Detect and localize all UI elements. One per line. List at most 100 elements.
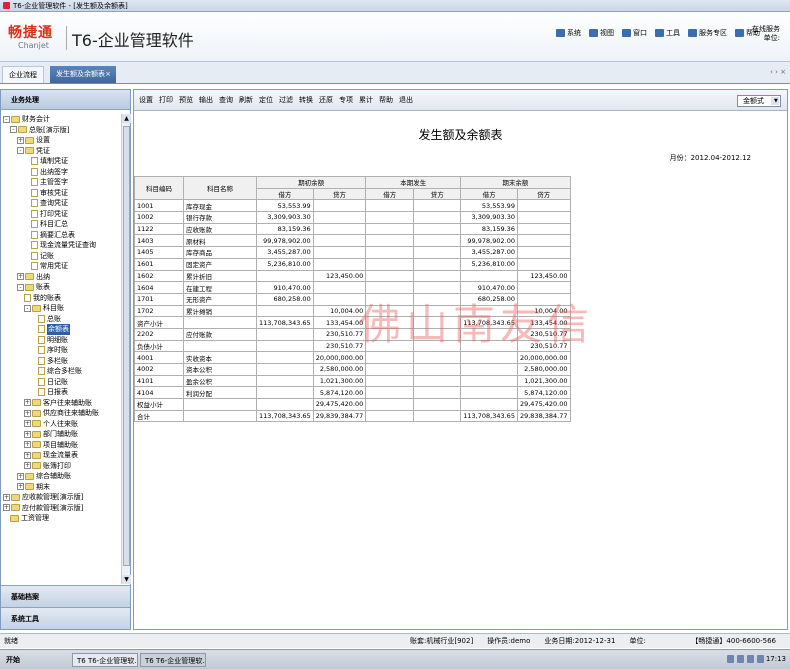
table-row[interactable]: 4101 盈余公积 1,021,300.00 1,021,300.00	[134, 374, 571, 388]
menu-tools[interactable]: 工具	[655, 28, 680, 38]
tree-item[interactable]: + 客户往来辅助账	[1, 398, 122, 409]
table-row[interactable]: 1601 固定资产 5,236,810.00 5,236,810.00	[134, 257, 571, 271]
menu-service[interactable]: 服务专区	[688, 28, 727, 38]
tree-item[interactable]: + 现金流量表	[1, 450, 122, 461]
table-row[interactable]: 1122 应收账款 83,159.36 83,159.36	[134, 222, 571, 236]
toolbar-filter[interactable]: 过滤	[276, 95, 296, 105]
expand-icon[interactable]: +	[17, 483, 24, 491]
tree-item[interactable]: 科目汇总	[1, 219, 122, 230]
start-button[interactable]: 开始	[2, 653, 24, 667]
scroll-thumb[interactable]	[123, 126, 130, 566]
expand-icon[interactable]: +	[24, 451, 31, 459]
tree-item[interactable]: 工资管理	[1, 513, 122, 524]
tray-icon[interactable]	[727, 655, 734, 663]
table-row[interactable]: 1701 无形资产 680,258.00 680,258.00	[134, 292, 571, 306]
sidebar-system-tools[interactable]: 系统工具	[1, 607, 130, 629]
tree-item[interactable]: 出纳签字	[1, 167, 122, 178]
menu-window[interactable]: 窗口	[622, 28, 647, 38]
collapse-icon[interactable]: -	[17, 147, 24, 155]
table-row[interactable]: 负债小计 230,510.77 230,510.77	[134, 339, 571, 353]
tree-item[interactable]: + 设置	[1, 135, 122, 146]
toolbar-help[interactable]: 帮助	[376, 95, 396, 105]
tree-item[interactable]: + 个人往来账	[1, 419, 122, 430]
collapse-icon[interactable]: -	[3, 115, 10, 123]
tray-icon[interactable]	[757, 655, 764, 663]
expand-icon[interactable]: +	[24, 462, 31, 470]
tree-item[interactable]: + 应收款管理[演示版]	[1, 492, 122, 503]
tree-item[interactable]: - 凭证	[1, 146, 122, 157]
expand-icon[interactable]: +	[3, 504, 10, 512]
taskbar-item-t6-1[interactable]: T6 T6-企业管理软...	[72, 653, 138, 667]
menu-view[interactable]: 视图	[589, 28, 614, 38]
tree-item[interactable]: + 应付款管理[演示版]	[1, 503, 122, 514]
scroll-down-icon[interactable]: ▼	[122, 575, 131, 584]
table-row[interactable]: 资产小计 113,708,343.65 133,454.00 113,708,343.…	[134, 316, 571, 329]
expand-icon[interactable]: +	[24, 420, 31, 428]
tree-item[interactable]: 查询凭证	[1, 198, 122, 209]
format-select[interactable]: 金额式 ▼	[737, 95, 781, 107]
tray-icon[interactable]	[747, 655, 754, 663]
tree-item[interactable]: + 账簿打印	[1, 461, 122, 472]
expand-icon[interactable]: +	[24, 409, 31, 417]
tree-item[interactable]: 摘要汇总表	[1, 230, 122, 241]
tab-balance-report[interactable]: 发生额及余额表 ×	[50, 66, 116, 83]
tree-item[interactable]: 我的账表	[1, 293, 122, 304]
tree-item[interactable]: 记账	[1, 251, 122, 262]
table-row[interactable]: 1002 银行存款 3,309,903.30 3,309,903.30	[134, 211, 571, 224]
tree-item[interactable]: 主管签字	[1, 177, 122, 188]
collapse-icon[interactable]: -	[17, 283, 24, 291]
table-row[interactable]: 1403 原材料 99,978,902.00 99,978,902.00	[134, 234, 571, 248]
tree-item[interactable]: - 财务会计	[1, 114, 122, 125]
tab-enterprise-flow[interactable]: 企业流程	[2, 66, 44, 83]
tree-item[interactable]: 审核凭证	[1, 188, 122, 199]
expand-icon[interactable]: +	[17, 472, 24, 480]
tree-item[interactable]: + 出纳	[1, 272, 122, 283]
toolbar-query[interactable]: 查询	[216, 95, 236, 105]
tree-item[interactable]: - 总账[演示版]	[1, 125, 122, 136]
tree-item[interactable]: 日记账	[1, 377, 122, 388]
collapse-icon[interactable]: -	[10, 126, 17, 134]
tree-item[interactable]: 常用凭证	[1, 261, 122, 272]
toolbar-settings[interactable]: 设置	[136, 95, 156, 105]
toolbar-restore[interactable]: 还原	[316, 95, 336, 105]
toolbar-cumulative[interactable]: 累计	[356, 95, 376, 105]
expand-icon[interactable]: +	[24, 441, 31, 449]
table-row[interactable]: 1602 累计折旧 123,450.00 123,450.00	[134, 269, 571, 283]
expand-icon[interactable]: +	[17, 136, 24, 144]
menu-system[interactable]: 系统	[556, 28, 581, 38]
toolbar-convert[interactable]: 转换	[296, 95, 316, 105]
close-icon[interactable]: ×	[105, 66, 111, 83]
taskbar-item-t6-2[interactable]: T6 T6-企业管理软...	[140, 653, 206, 667]
tree-item[interactable]: 序时账	[1, 345, 122, 356]
tree-item[interactable]: + 综合辅助账	[1, 471, 122, 482]
tree-item[interactable]: 综合多栏账	[1, 366, 122, 377]
toolbar-refresh[interactable]: 刷新	[236, 95, 256, 105]
expand-icon[interactable]: +	[17, 273, 24, 281]
tree-item[interactable]: - 科目账	[1, 303, 122, 314]
tree-item[interactable]: 明细账	[1, 335, 122, 346]
collapse-icon[interactable]: -	[24, 304, 31, 312]
tree-item[interactable]: 现金流量凭证查询	[1, 240, 122, 251]
sidebar-basic-archive[interactable]: 基础档案	[1, 585, 130, 607]
table-row[interactable]: 4104 利润分配 5,874,120.00 5,874,120.00	[134, 386, 571, 400]
tab-scroll-arrows[interactable]: ‹ › ×	[770, 68, 786, 76]
tree-item[interactable]: 多栏账	[1, 356, 122, 367]
tree-item[interactable]: 填制凭证	[1, 156, 122, 167]
table-row[interactable]: 1702 累计摊销 10,004.00 10,004.00	[134, 304, 571, 318]
tree-scrollbar[interactable]: ▲ ▼	[121, 114, 131, 584]
table-row[interactable]: 1604 在建工程 910,470.00 910,470.00	[134, 281, 571, 294]
table-row[interactable]: 1001 库存现金 53,553.99 53,553.99	[134, 199, 571, 213]
table-row[interactable]: 4001 实收资本 20,000,000.00 20,000,000.00	[134, 351, 571, 364]
tree-item[interactable]: 日报表	[1, 387, 122, 398]
tree-item[interactable]: + 部门辅助账	[1, 429, 122, 440]
tree-item[interactable]: - 账表	[1, 282, 122, 293]
toolbar-special[interactable]: 专项	[336, 95, 356, 105]
tree-item[interactable]: 余额表	[1, 324, 122, 335]
scroll-up-icon[interactable]: ▲	[122, 114, 131, 123]
table-row[interactable]: 权益小计 29,475,420.00 29,475,420.00	[134, 398, 571, 411]
toolbar-export[interactable]: 输出	[196, 95, 216, 105]
expand-icon[interactable]: +	[24, 399, 31, 407]
table-row[interactable]: 1405 库存商品 3,455,287.00 3,455,287.00	[134, 246, 571, 259]
toolbar-exit[interactable]: 退出	[396, 95, 416, 105]
tree-item[interactable]: + 供应商往来辅助账	[1, 408, 122, 419]
